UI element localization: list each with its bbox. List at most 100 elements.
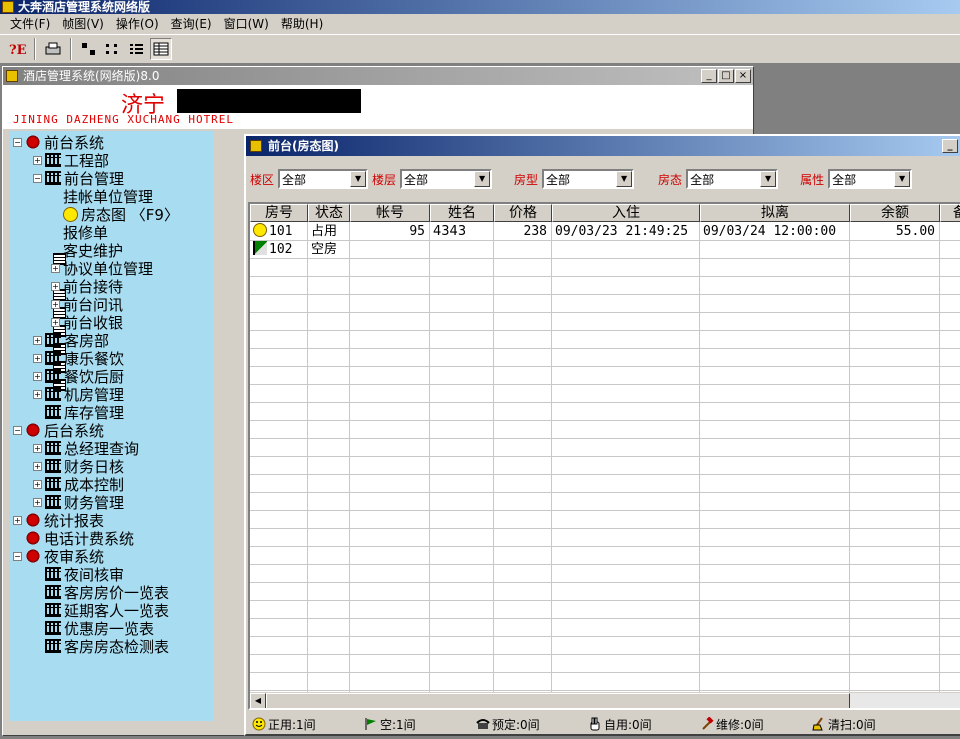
close-button[interactable]: × — [735, 69, 751, 83]
tree-item[interactable]: + 前台问讯 — [51, 295, 123, 373]
column-header[interactable]: 拟离 — [700, 204, 850, 222]
chevron-down-icon[interactable]: ▼ — [350, 171, 367, 187]
menu-query[interactable]: 查询(E) — [165, 14, 218, 34]
collapse-icon[interactable]: − — [13, 137, 22, 147]
expand-icon[interactable]: + — [33, 335, 42, 345]
tree-item[interactable]: 夜间核审 — [33, 565, 124, 584]
tree-item[interactable]: + 前台收银 — [51, 313, 123, 391]
table-cell[interactable]: 4343 — [433, 223, 489, 241]
tree-item[interactable]: 客房房价一览表 — [33, 583, 169, 602]
table-cell[interactable]: 09/03/23 21:49:25 — [555, 223, 695, 241]
tree-item[interactable]: 房态图 〈F9〉 — [51, 205, 179, 224]
filter-area-select[interactable]: 全部 ▼ — [278, 169, 369, 189]
minimize-button[interactable]: _ — [942, 139, 958, 153]
expand-icon[interactable]: + — [33, 497, 42, 507]
tree-item[interactable]: + 总经理查询 — [33, 439, 139, 458]
expand-icon[interactable]: + — [51, 299, 60, 309]
tree-item[interactable]: + 成本控制 — [33, 475, 124, 494]
tree-item[interactable]: + 统计报表 — [13, 511, 104, 530]
column-header[interactable]: 姓名 — [430, 204, 494, 222]
chevron-down-icon[interactable]: ▼ — [760, 171, 777, 187]
chevron-down-icon[interactable]: ▼ — [616, 171, 633, 187]
expand-icon[interactable]: + — [33, 461, 42, 471]
details-view-button[interactable] — [150, 38, 172, 60]
tree-item[interactable]: 客房房态检测表 — [33, 637, 169, 656]
tree-item[interactable]: 延期客人一览表 — [33, 601, 169, 620]
column-header[interactable]: 价格 — [494, 204, 552, 222]
tree-item[interactable]: + 餐饮后厨 — [33, 367, 124, 386]
column-header[interactable]: 帐号 — [350, 204, 430, 222]
column-header[interactable]: 备 — [940, 204, 960, 222]
table-cell[interactable]: 55.00 — [853, 223, 935, 241]
tree-item[interactable]: + 财务管理 — [33, 493, 124, 512]
table-cell[interactable]: 空房 — [311, 241, 345, 259]
small-icons-button[interactable] — [102, 38, 124, 60]
tree-item[interactable]: 电话计费系统 — [13, 529, 134, 548]
exit-button[interactable]: ?E — [6, 38, 28, 60]
tree-item[interactable]: + 康乐餐饮 — [33, 349, 124, 368]
large-icons-button[interactable] — [78, 38, 100, 60]
tree-item[interactable]: + 机房管理 — [33, 385, 124, 404]
expand-icon[interactable]: + — [33, 155, 42, 165]
minimize-button[interactable]: _ — [701, 69, 717, 83]
menu-operate[interactable]: 操作(O) — [110, 14, 165, 34]
table-cell[interactable]: 占用 — [311, 223, 345, 241]
filter-roomtype-select[interactable]: 全部 ▼ — [542, 169, 635, 189]
print-button[interactable] — [42, 38, 64, 60]
chevron-down-icon[interactable]: ▼ — [894, 171, 911, 187]
expand-icon[interactable]: + — [33, 389, 42, 399]
table-cell[interactable]: 102 — [253, 241, 303, 259]
tree-item[interactable]: 挂帐单位管理 — [51, 187, 153, 265]
tree-item[interactable]: 库存管理 — [33, 403, 124, 422]
tree-item[interactable]: − 前台系统 — [13, 133, 104, 152]
column-header[interactable]: 余额 — [850, 204, 940, 222]
tree-item[interactable]: 优惠房一览表 — [33, 619, 154, 638]
table-cell[interactable]: 238 — [497, 223, 547, 241]
table-cell[interactable]: 09/03/24 12:00:00 — [703, 223, 845, 241]
horizontal-scrollbar[interactable]: ◀ — [250, 692, 960, 708]
filter-roomstate-select[interactable]: 全部 ▼ — [686, 169, 779, 189]
table-cell[interactable] — [433, 241, 489, 259]
tree-item[interactable]: 客史维护 — [51, 241, 123, 319]
tree-item[interactable]: − 后台系统 — [13, 421, 104, 440]
tree-item[interactable]: − 夜审系统 — [13, 547, 104, 566]
maximize-button[interactable]: □ — [718, 69, 734, 83]
menu-file[interactable]: 文件(F) — [4, 14, 56, 34]
expand-icon[interactable]: + — [13, 515, 22, 525]
table-cell[interactable] — [497, 241, 547, 259]
expand-icon[interactable]: + — [51, 317, 60, 327]
tree-item[interactable]: − 前台管理 — [33, 169, 124, 188]
table-cell[interactable] — [555, 241, 695, 259]
tree-item[interactable]: + 客房部 — [33, 331, 109, 350]
expand-icon[interactable]: + — [51, 263, 60, 273]
menu-view[interactable]: 帧图(V) — [56, 14, 110, 34]
filter-attribute-select[interactable]: 全部 ▼ — [828, 169, 913, 189]
column-header[interactable]: 房号 — [250, 204, 308, 222]
tree-item[interactable]: + 协议单位管理 — [51, 259, 153, 337]
list-view-button[interactable] — [126, 38, 148, 60]
filter-floor-select[interactable]: 全部 ▼ — [400, 169, 493, 189]
column-header[interactable]: 入住 — [552, 204, 700, 222]
chevron-down-icon[interactable]: ▼ — [474, 171, 491, 187]
collapse-icon[interactable]: − — [13, 551, 22, 561]
table-cell[interactable] — [353, 241, 425, 259]
expand-icon[interactable]: + — [33, 479, 42, 489]
tree-item[interactable]: + 工程部 — [33, 151, 109, 170]
scrollbar-thumb[interactable] — [266, 693, 850, 708]
tree-item[interactable]: + 前台接待 — [51, 277, 123, 355]
expand-icon[interactable]: + — [33, 371, 42, 381]
scroll-left-icon[interactable]: ◀ — [250, 693, 266, 708]
table-cell[interactable] — [853, 241, 935, 259]
tree-item[interactable]: + 财务日核 — [33, 457, 124, 476]
column-header[interactable]: 状态 — [308, 204, 350, 222]
menu-window[interactable]: 窗口(W) — [218, 14, 275, 34]
expand-icon[interactable]: + — [33, 353, 42, 363]
table-cell[interactable]: 101 — [253, 223, 303, 241]
table-cell[interactable]: 95 — [353, 223, 425, 241]
menu-help[interactable]: 帮助(H) — [275, 14, 329, 34]
collapse-icon[interactable]: − — [13, 425, 22, 435]
expand-icon[interactable]: + — [33, 443, 42, 453]
table-cell[interactable] — [703, 241, 845, 259]
collapse-icon[interactable]: − — [33, 173, 42, 183]
expand-icon[interactable]: + — [51, 281, 60, 291]
